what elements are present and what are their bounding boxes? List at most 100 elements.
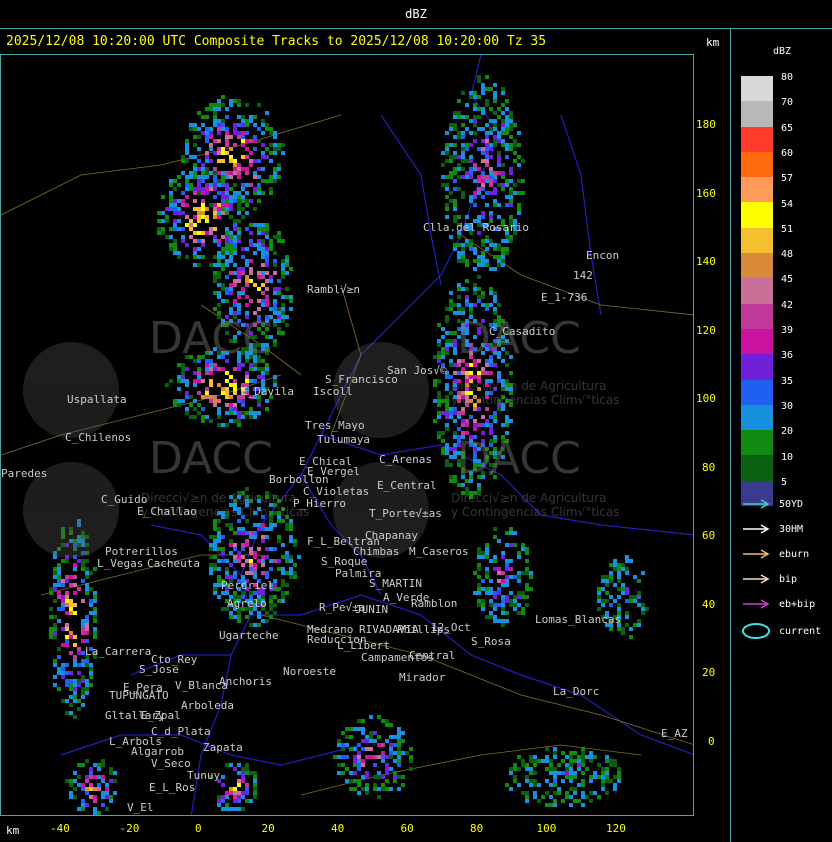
x-tick-label: 0 <box>195 822 202 835</box>
place-label: C_Arenas <box>379 453 432 466</box>
place-label: Tres_Mayo <box>305 419 365 432</box>
place-label: Uspallata <box>67 393 127 406</box>
track-legend-item: bip <box>741 573 797 585</box>
place-label: La_Dorc <box>553 685 600 698</box>
y-tick-label: 80 <box>702 460 716 474</box>
watermark-brand: DACC <box>149 313 273 364</box>
x-tick-label: 80 <box>470 822 484 835</box>
track-legend-label: bip <box>779 574 798 585</box>
place-label: E_L_Ros <box>149 781 196 794</box>
y-tick-label: 40 <box>702 597 716 611</box>
x-tick-label: -40 <box>50 822 70 835</box>
color-bar-label: 30 <box>781 400 794 412</box>
place-label: E_Challao <box>137 505 197 518</box>
place-label: Mirador <box>399 671 446 684</box>
color-bar-label: 35 <box>781 375 794 387</box>
color-bar-label: 51 <box>781 223 794 235</box>
place-label: Clla.del Rosario <box>423 221 529 234</box>
y-tick-label: 180 <box>696 118 716 131</box>
watermark-line1: Direcci√≥n de Agricultura <box>451 379 607 393</box>
place-label: Ugarteche <box>219 629 279 642</box>
watermark-line1: Direcci√≥n de Agricultura <box>141 491 297 505</box>
watermark-line2: y Contingencias Clim√°ticas <box>451 505 620 519</box>
place-label: E_AZ <box>661 727 688 740</box>
place-label: S_MARTIN <box>369 577 422 590</box>
color-bar-label: 65 <box>781 122 794 134</box>
y-unit-label: km <box>706 36 720 49</box>
color-bar-label: 54 <box>781 198 794 210</box>
x-tick-label: 60 <box>400 822 414 835</box>
arrow-icon <box>743 574 770 584</box>
place-label: Encon <box>586 249 620 262</box>
color-bar-swatch <box>741 151 773 178</box>
color-bar-label: 10 <box>781 451 794 463</box>
watermark-brand: DACC <box>457 433 581 484</box>
color-bar-swatch <box>741 227 773 254</box>
place-label: Rambl√≥n <box>307 283 360 296</box>
arrow-icon <box>743 499 770 509</box>
x-tick-label: -20 <box>119 822 140 835</box>
arrow-icon <box>743 524 770 534</box>
x-tick-label: 120 <box>606 822 626 835</box>
track-legend-item: 50YD <box>741 498 803 510</box>
x-tick-label: 20 <box>261 822 275 835</box>
radar-map[interactable]: DACC DACC DACC DACC Direcci√≥n de Agricu… <box>0 54 694 816</box>
watermark-brand: DACC <box>457 313 581 364</box>
color-bar-swatch <box>741 455 773 481</box>
place-label: M_Caseros <box>409 545 469 558</box>
place-label: Perdriel <box>221 579 274 592</box>
y-tick-label: 160 <box>696 186 716 200</box>
color-bar-label: 20 <box>781 426 794 438</box>
place-label: Cacheuta <box>147 557 200 570</box>
place-label: Phillips <box>397 623 450 636</box>
color-bar-swatch <box>741 202 773 228</box>
current-track-icon <box>742 623 770 639</box>
color-bar-swatch <box>741 430 773 456</box>
y-tick-label: 60 <box>702 529 716 542</box>
track-legend-label: eburn <box>779 549 810 560</box>
place-label: C_Casadito <box>489 325 556 338</box>
color-bar-swatch <box>741 177 773 203</box>
track-legend-item: eb+bip <box>741 598 815 610</box>
color-bar-label: 39 <box>781 325 794 336</box>
place-label: P_Hierro <box>293 497 346 510</box>
track-legend-label: 50YD <box>779 499 804 510</box>
y-tick-label: 0 <box>708 734 715 748</box>
place-label: V_El <box>127 801 154 814</box>
color-bar-label: 57 <box>781 173 794 185</box>
place-label: Tulumaya <box>317 433 370 446</box>
place-label: E_1-736 <box>541 291 588 304</box>
arrow-icon <box>743 599 770 609</box>
track-legend-label: 30HM <box>779 524 804 535</box>
color-bar-swatch <box>741 379 773 405</box>
place-label: Noroeste <box>283 665 336 678</box>
place-label: V_Seco <box>151 757 191 770</box>
place-label: TUPUNGATO <box>109 689 169 702</box>
place-label: 142 <box>573 269 593 282</box>
y-tick-label: 100 <box>696 392 716 405</box>
track-legend-label: current <box>779 626 822 637</box>
color-bar-swatch <box>741 126 773 152</box>
color-bar-label: 70 <box>781 97 794 109</box>
place-label: Lomas_Blancas <box>535 613 622 626</box>
place-label: T_Porte√±as <box>369 507 442 520</box>
place-label: La_Carrera <box>85 645 152 658</box>
x-unit-label: km <box>6 824 20 837</box>
place-label: Anchoris <box>219 675 272 688</box>
color-bar-swatch <box>741 328 773 355</box>
color-bar-label: 45 <box>781 274 794 286</box>
place-label: E_Davila <box>241 385 294 398</box>
track-legend-item: current <box>741 623 821 639</box>
track-legend-label: eb+bip <box>779 599 816 610</box>
legend-panel: dBZ 80 70 65 60 57 54 51 48 45 42 39 36 35 30 20 10 5 50… <box>730 28 832 842</box>
color-bar-label: 60 <box>781 147 794 159</box>
place-label: Zapata <box>203 741 243 754</box>
color-bar <box>741 76 773 507</box>
color-bar-swatch <box>741 101 773 127</box>
top-title: dBZ <box>0 0 832 29</box>
map-subtitle: 2025/12/08 10:20:00 UTC Composite Tracks… <box>6 34 547 49</box>
place-label: Paredes <box>1 467 48 480</box>
watermark-line2: y Contingencias Clim√°ticas <box>451 393 620 407</box>
track-legend-item: eburn <box>741 548 809 560</box>
x-tick-label: 100 <box>536 822 557 835</box>
